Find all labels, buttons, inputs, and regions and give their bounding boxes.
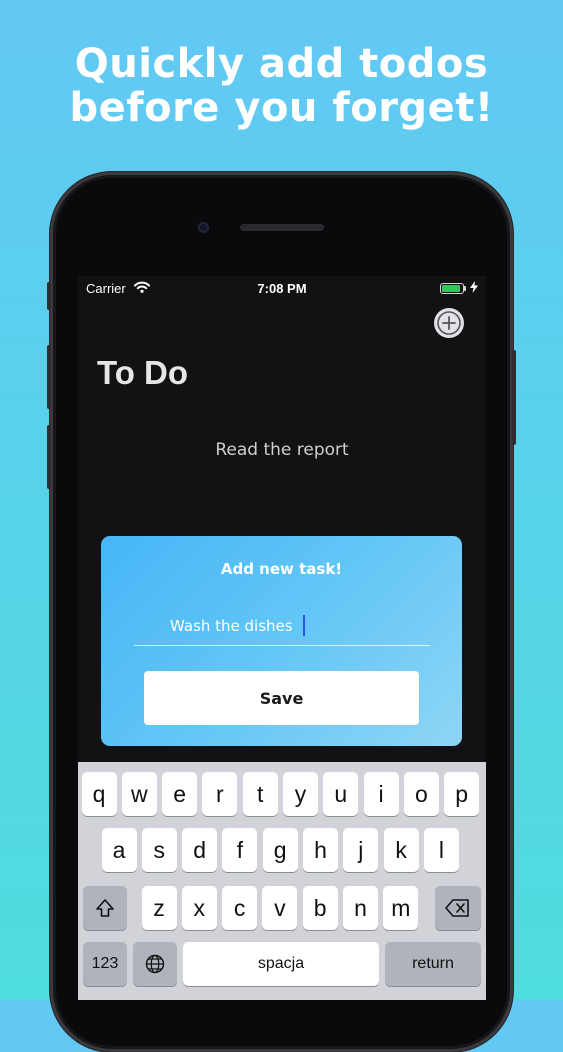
- key-a[interactable]: a: [101, 828, 137, 872]
- volume-up-button: [47, 345, 51, 409]
- page-title: To Do: [97, 354, 189, 391]
- key-e[interactable]: e: [162, 772, 198, 816]
- battery-level-fill: [442, 285, 460, 292]
- battery-cap: [464, 286, 466, 291]
- key-j[interactable]: j: [343, 828, 379, 872]
- headline-line-2: before you forget!: [69, 85, 494, 131]
- key-p[interactable]: p: [444, 772, 480, 816]
- key-m[interactable]: m: [383, 886, 419, 930]
- key-t[interactable]: t: [242, 772, 278, 816]
- space-key[interactable]: spacja: [183, 942, 379, 986]
- save-button[interactable]: Save: [144, 671, 419, 725]
- camera-icon: [198, 222, 209, 233]
- key-s[interactable]: s: [141, 828, 177, 872]
- card-title: Add new task!: [220, 560, 343, 578]
- globe-icon: [145, 954, 165, 974]
- key-z[interactable]: z: [141, 886, 177, 930]
- plus-circle-icon: [437, 311, 461, 335]
- key-f[interactable]: f: [222, 828, 258, 872]
- promo-headline: Quickly add todos before you forget!: [0, 42, 563, 130]
- delete-key[interactable]: [435, 886, 481, 930]
- key-r[interactable]: r: [202, 772, 238, 816]
- key-u[interactable]: u: [323, 772, 359, 816]
- key-l[interactable]: l: [423, 828, 459, 872]
- shift-key[interactable]: [83, 886, 127, 930]
- key-i[interactable]: i: [363, 772, 399, 816]
- add-task-button[interactable]: [434, 308, 464, 338]
- key-b[interactable]: b: [302, 886, 338, 930]
- numbers-key[interactable]: 123: [83, 942, 127, 986]
- todo-item[interactable]: Read the report: [78, 440, 486, 460]
- status-bar: Carrier 7:08 PM: [78, 276, 486, 300]
- headline-line-1: Quickly add todos: [74, 41, 489, 87]
- power-button: [512, 350, 516, 445]
- key-h[interactable]: h: [303, 828, 338, 872]
- key-y[interactable]: y: [283, 772, 318, 816]
- key-c[interactable]: c: [222, 886, 258, 930]
- task-input[interactable]: [134, 606, 430, 646]
- key-x[interactable]: x: [181, 886, 217, 930]
- app-screen: Carrier 7:08 PM To Do Read the report Ad…: [78, 276, 486, 1000]
- globe-key[interactable]: [133, 942, 177, 986]
- text-caret: [303, 615, 305, 636]
- charging-bolt-icon: [470, 281, 478, 293]
- key-n[interactable]: n: [343, 886, 378, 930]
- key-o[interactable]: o: [403, 772, 439, 816]
- backspace-icon: [445, 899, 469, 917]
- status-time: 7:08 PM: [257, 281, 307, 296]
- volume-down-button: [47, 425, 51, 489]
- key-d[interactable]: d: [182, 828, 218, 872]
- keyboard: qwertyuiop asdfghjkl zxcvbnm 123 spacja …: [78, 762, 486, 1000]
- key-q[interactable]: q: [81, 772, 117, 816]
- shift-icon: [96, 899, 114, 917]
- earpiece-speaker: [240, 224, 324, 231]
- key-w[interactable]: w: [121, 772, 157, 816]
- key-g[interactable]: g: [262, 828, 298, 872]
- battery-icon: [440, 283, 464, 294]
- key-v[interactable]: v: [262, 886, 298, 930]
- mute-switch: [47, 282, 51, 310]
- new-task-card: Add new task! Save: [101, 536, 462, 746]
- key-k[interactable]: k: [383, 828, 419, 872]
- return-key[interactable]: return: [385, 942, 481, 986]
